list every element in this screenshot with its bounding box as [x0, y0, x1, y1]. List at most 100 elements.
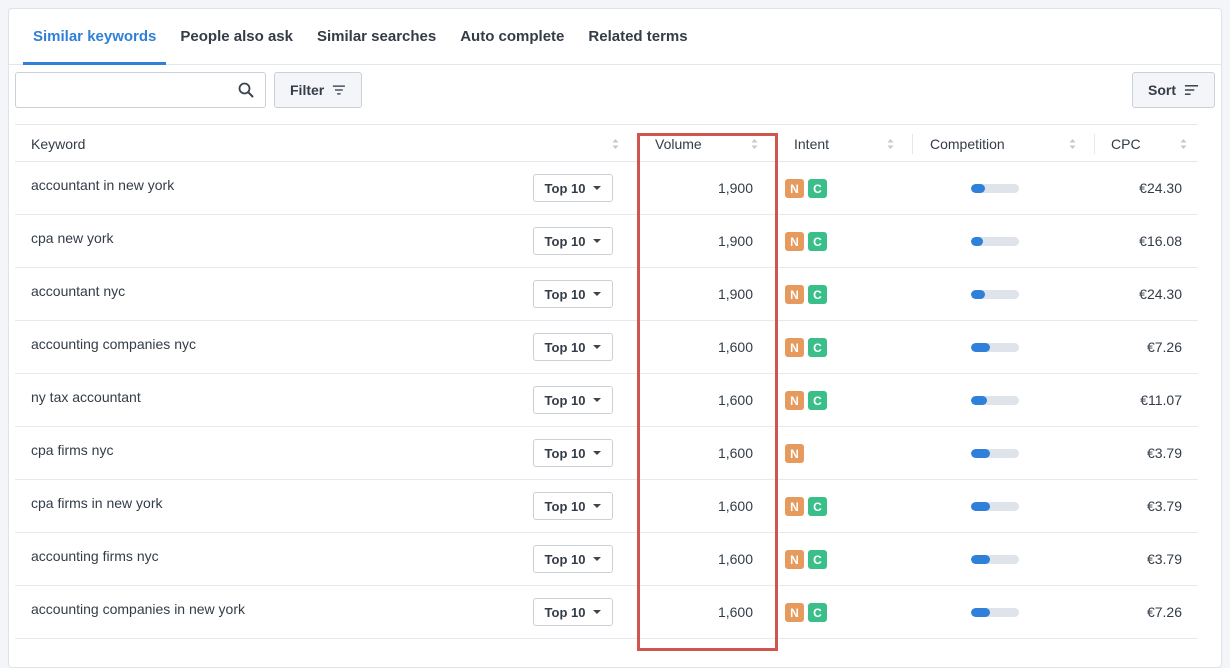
volume-value: 1,600 — [717, 551, 753, 567]
serp-dropdown-label: Top 10 — [544, 233, 586, 249]
tab-similar-searches[interactable]: Similar searches — [307, 9, 446, 64]
volume-value: 1,600 — [717, 498, 753, 514]
competition-bar-fill — [971, 555, 991, 564]
keyword-link[interactable]: cpa firms in new york — [31, 495, 162, 511]
keyword-link[interactable]: accounting companies nyc — [31, 336, 196, 352]
tab-similar-keywords[interactable]: Similar keywords — [23, 9, 167, 65]
serp-dropdown[interactable]: Top 10 — [533, 439, 613, 467]
intent-badge-c: C — [808, 232, 827, 251]
sort-arrows-icon[interactable] — [751, 138, 758, 150]
cpc-value: €3.79 — [1146, 498, 1182, 514]
table-row: accountant in new york Top 10 1,900 NC €… — [15, 162, 1198, 215]
competition-bar — [971, 502, 1019, 511]
column-header-keyword[interactable]: Keyword — [31, 125, 85, 162]
keyword-link[interactable]: cpa firms nyc — [31, 442, 113, 458]
intent-badges: NC — [785, 603, 827, 622]
tab-related-terms[interactable]: Related terms — [578, 9, 697, 64]
column-header-competition[interactable]: Competition — [930, 125, 1005, 162]
intent-badges: NC — [785, 550, 827, 569]
column-header-cpc[interactable]: CPC — [1111, 125, 1141, 162]
column-divider — [912, 134, 913, 154]
keyword-link[interactable]: accounting firms nyc — [31, 548, 159, 564]
caret-down-icon — [593, 504, 602, 508]
sort-button-label: Sort — [1148, 82, 1176, 98]
intent-badges: NC — [785, 338, 827, 357]
search-box — [15, 72, 266, 108]
competition-bar-fill — [971, 608, 991, 617]
table-row: ny tax accountant Top 10 1,600 NC €11.07 — [15, 374, 1198, 427]
volume-value: 1,600 — [717, 604, 753, 620]
intent-badge-n: N — [785, 391, 804, 410]
intent-badge-n: N — [785, 179, 804, 198]
table-row: accounting companies nyc Top 10 1,600 NC… — [15, 321, 1198, 374]
intent-badge-c: C — [808, 285, 827, 304]
sort-button[interactable]: Sort — [1132, 72, 1215, 108]
table-row: cpa firms in new york Top 10 1,600 NC €3… — [15, 480, 1198, 533]
tab-people-also-ask[interactable]: People also ask — [170, 9, 303, 64]
intent-badges: NC — [785, 232, 827, 251]
serp-dropdown[interactable]: Top 10 — [533, 492, 613, 520]
search-icon[interactable] — [238, 82, 254, 98]
cpc-value: €24.30 — [1139, 286, 1182, 302]
search-input[interactable] — [16, 73, 226, 107]
intent-badge-n: N — [785, 285, 804, 304]
column-header-volume[interactable]: Volume — [655, 125, 702, 162]
intent-badge-c: C — [808, 338, 827, 357]
sort-arrows-icon[interactable] — [887, 138, 894, 150]
caret-down-icon — [593, 398, 602, 402]
serp-dropdown[interactable]: Top 10 — [533, 598, 613, 626]
sort-arrows-icon[interactable] — [612, 138, 619, 150]
keyword-link[interactable]: ny tax accountant — [31, 389, 141, 405]
table-row: cpa new york Top 10 1,900 NC €16.08 — [15, 215, 1198, 268]
serp-dropdown[interactable]: Top 10 — [533, 227, 613, 255]
tab-auto-complete[interactable]: Auto complete — [450, 9, 574, 64]
table-row: accountant nyc Top 10 1,900 NC €24.30 — [15, 268, 1198, 321]
serp-dropdown-label: Top 10 — [544, 180, 586, 196]
competition-bar — [971, 396, 1019, 405]
serp-dropdown[interactable]: Top 10 — [533, 545, 613, 573]
competition-bar-fill — [971, 502, 991, 511]
intent-badge-n: N — [785, 550, 804, 569]
competition-bar-fill — [971, 184, 986, 193]
volume-value: 1,600 — [717, 445, 753, 461]
column-header-intent[interactable]: Intent — [794, 125, 829, 162]
table-row: accounting firms nyc Top 10 1,600 NC €3.… — [15, 533, 1198, 586]
serp-dropdown-label: Top 10 — [544, 392, 586, 408]
intent-badge-n: N — [785, 444, 804, 463]
intent-badge-c: C — [808, 550, 827, 569]
volume-value: 1,600 — [717, 339, 753, 355]
filter-button[interactable]: Filter — [274, 72, 362, 108]
caret-down-icon — [593, 610, 602, 614]
cpc-value: €3.79 — [1146, 445, 1182, 461]
sort-arrows-icon[interactable] — [1180, 138, 1187, 150]
filter-icon — [333, 85, 346, 95]
serp-dropdown[interactable]: Top 10 — [533, 174, 613, 202]
serp-dropdown-label: Top 10 — [544, 445, 586, 461]
cpc-value: €7.26 — [1146, 339, 1182, 355]
serp-dropdown-label: Top 10 — [544, 286, 586, 302]
table-body: accountant in new york Top 10 1,900 NC €… — [15, 162, 1198, 639]
serp-dropdown[interactable]: Top 10 — [533, 333, 613, 361]
intent-badges: NC — [785, 179, 827, 198]
competition-bar — [971, 290, 1019, 299]
cpc-value: €24.30 — [1139, 180, 1182, 196]
keyword-link[interactable]: cpa new york — [31, 230, 113, 246]
keyword-link[interactable]: accountant in new york — [31, 177, 174, 193]
keyword-link[interactable]: accountant nyc — [31, 283, 125, 299]
table-row: cpa firms nyc Top 10 1,600 N €3.79 — [15, 427, 1198, 480]
caret-down-icon — [593, 239, 602, 243]
volume-value: 1,900 — [717, 233, 753, 249]
keywords-table: Keyword Volume Intent Competition CPC ac… — [15, 124, 1198, 639]
serp-dropdown[interactable]: Top 10 — [533, 386, 613, 414]
competition-bar-fill — [971, 449, 991, 458]
competition-bar — [971, 449, 1019, 458]
volume-value: 1,600 — [717, 392, 753, 408]
sort-arrows-icon[interactable] — [1069, 138, 1076, 150]
caret-down-icon — [593, 186, 602, 190]
serp-dropdown[interactable]: Top 10 — [533, 280, 613, 308]
serp-dropdown-label: Top 10 — [544, 498, 586, 514]
toolbar: Filter Sort — [15, 72, 1215, 108]
competition-bar-fill — [971, 290, 986, 299]
serp-dropdown-label: Top 10 — [544, 604, 586, 620]
keyword-link[interactable]: accounting companies in new york — [31, 601, 245, 617]
